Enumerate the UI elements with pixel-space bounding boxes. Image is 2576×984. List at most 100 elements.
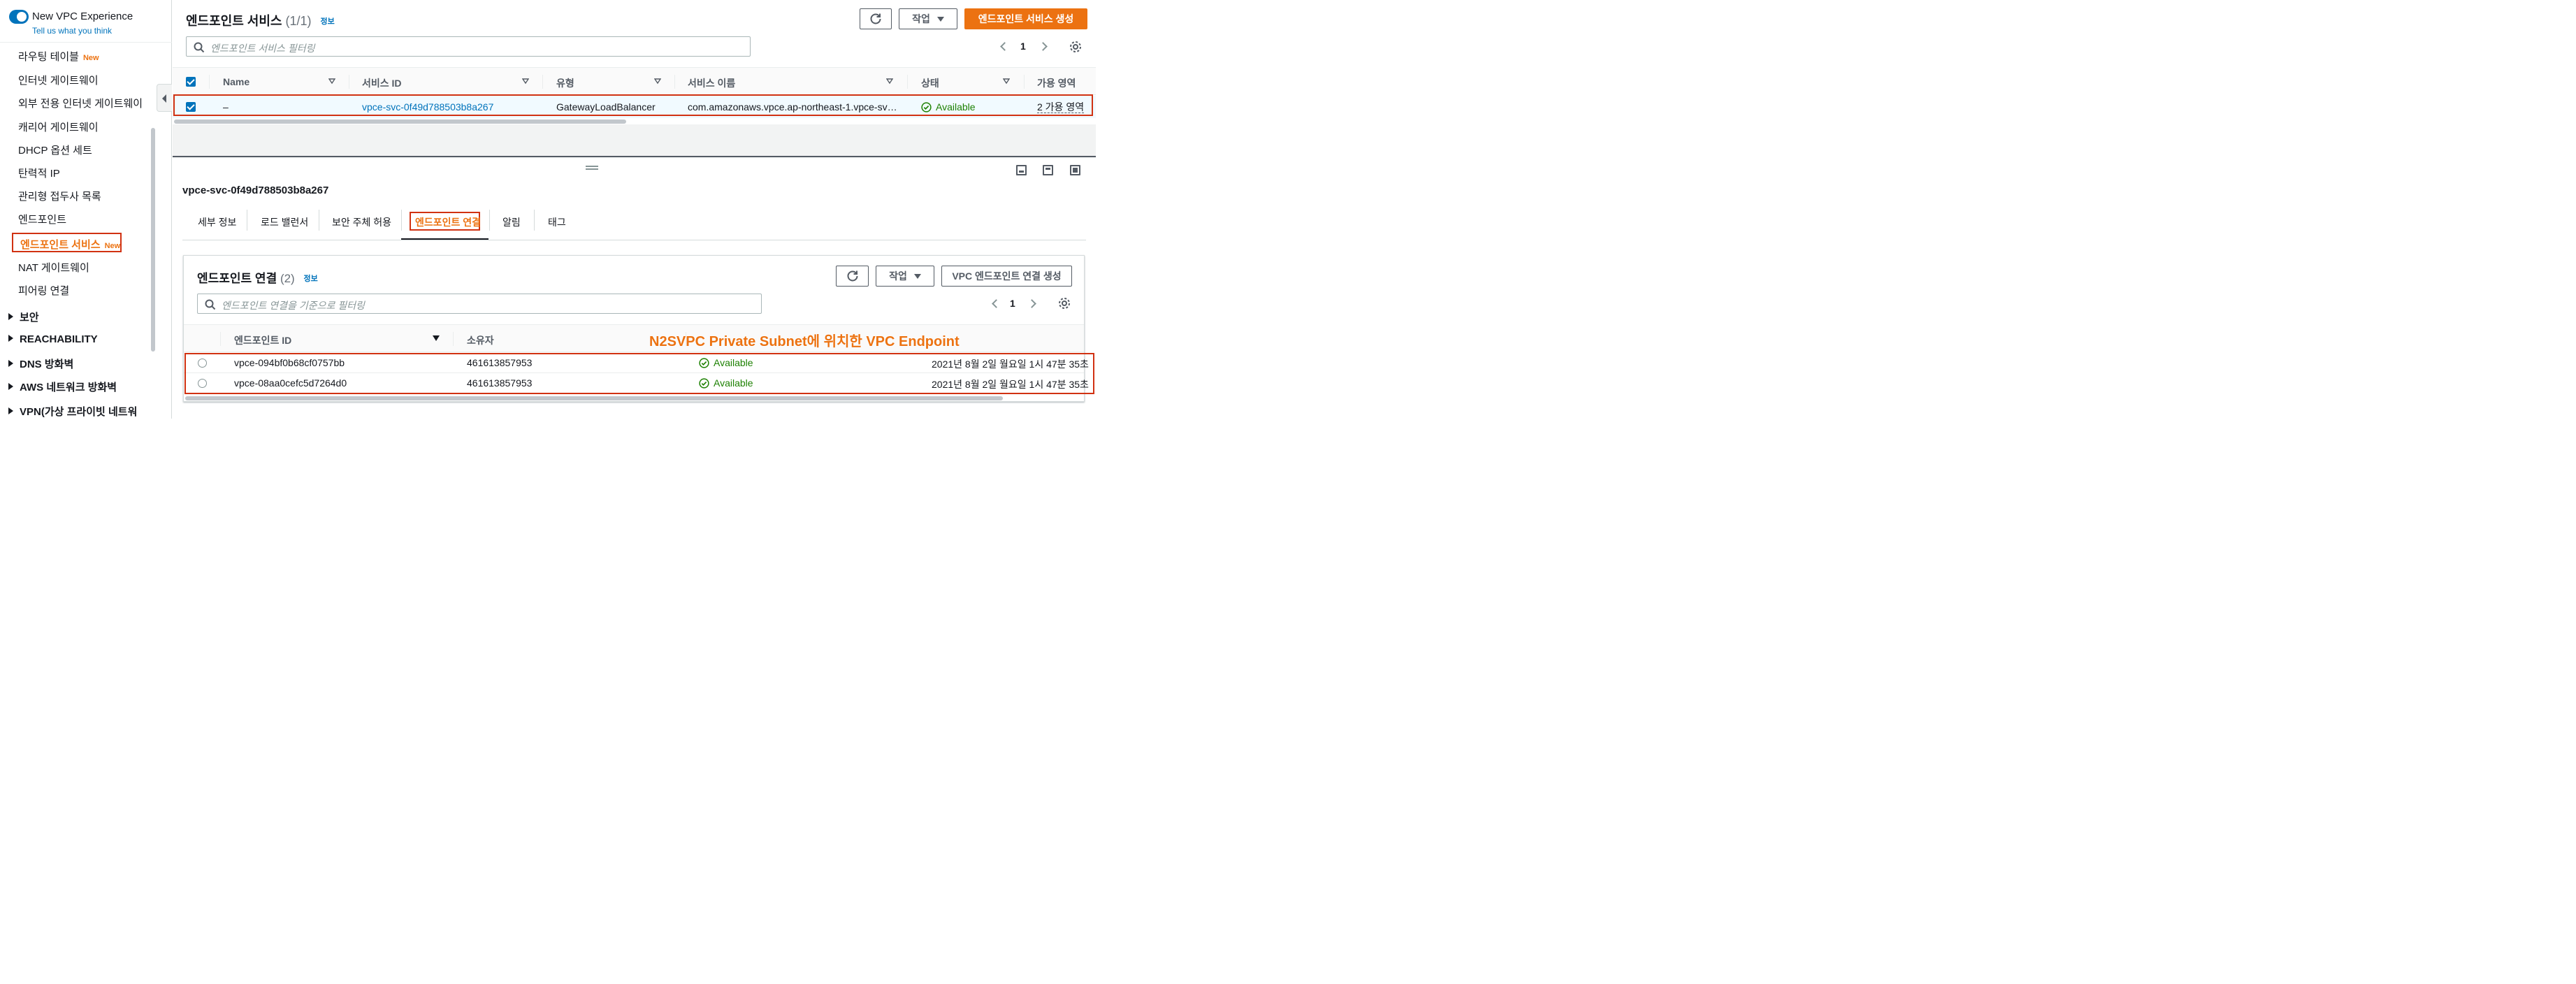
page-number[interactable]: 1 [1010, 298, 1015, 309]
sort-descending-icon[interactable] [432, 335, 440, 342]
refresh-connections-button[interactable] [836, 266, 869, 287]
service-id-link[interactable]: vpce-svc-0f49d788503b8a267 [362, 101, 493, 113]
actions-button[interactable]: 작업 [899, 8, 957, 29]
tab-divider [401, 210, 402, 231]
collapse-sidebar-button[interactable] [157, 84, 172, 112]
sort-icon[interactable] [886, 78, 893, 85]
column-header-owner[interactable]: 소유자 [467, 333, 494, 347]
service-name-cell: – [223, 101, 229, 113]
select-all-checkbox[interactable] [186, 77, 196, 87]
column-header-endpoint-id[interactable]: 엔드포인트 ID [234, 333, 291, 347]
sidebar-item-dhcp-options[interactable]: DHCP 옵션 세트 [18, 143, 92, 157]
sidebar-item-endpoints[interactable]: 엔드포인트 [18, 212, 66, 226]
row-radio[interactable] [198, 379, 207, 388]
table-row[interactable]: vpce-08aa0cefc5d7264d0 461613857953 Avai… [184, 374, 1089, 394]
refresh-icon [870, 13, 881, 24]
sidebar-item-route-tables[interactable]: 라우팅 테이블 New [18, 49, 99, 64]
table-horizontal-scrollbar[interactable] [185, 396, 1003, 400]
column-divider [1024, 75, 1025, 89]
new-experience-toggle[interactable] [9, 10, 29, 24]
next-page-icon[interactable] [1039, 42, 1048, 51]
refresh-icon [847, 270, 858, 282]
search-placeholder: 엔드포인트 연결을 기준으로 필터링 [222, 300, 365, 311]
sidebar-group-label: VPN(가상 프라이빗 네트워 [20, 406, 138, 418]
settings-icon[interactable] [1057, 296, 1071, 310]
layout-bottom-icon[interactable] [1016, 165, 1027, 175]
tab-endpoint-connections[interactable]: 엔드포인트 연결 [415, 215, 481, 229]
sidebar-item-endpoint-services[interactable]: 엔드포인트 서비스 New [12, 233, 122, 252]
tab-notifications[interactable]: 알림 [502, 215, 521, 229]
connection-actions-button[interactable]: 작업 [876, 266, 934, 287]
endpoint-services-search[interactable]: 엔드포인트 서비스 필터링 [186, 36, 751, 57]
sidebar-group-security[interactable]: 보안 [8, 310, 39, 324]
layout-full-icon[interactable] [1070, 165, 1080, 175]
page-title: 엔드포인트 서비스 (1/1) 정보 [186, 11, 335, 29]
tab-load-balancers[interactable]: 로드 밸런서 [261, 215, 308, 229]
sidebar-scrollbar[interactable] [151, 128, 155, 352]
search-icon [194, 42, 205, 53]
search-placeholder: 엔드포인트 서비스 필터링 [210, 43, 315, 54]
az-link[interactable]: 2 가용 영역 [1037, 101, 1085, 113]
tab-allow-principals[interactable]: 보안 주체 허용 [332, 215, 391, 229]
sidebar-item-managed-prefix-lists[interactable]: 관리형 접두사 목록 [18, 189, 101, 203]
create-endpoint-service-button[interactable]: 엔드포인트 서비스 생성 [964, 8, 1087, 29]
sidebar-item-internet-gateways[interactable]: 인터넷 게이트웨이 [18, 73, 99, 87]
next-page-icon[interactable] [1027, 299, 1036, 308]
created-cell: 2021년 8월 2일 월요일 1시 47분 35초 [932, 379, 1089, 390]
column-header-service-name[interactable]: 서비스 이름 [688, 76, 735, 90]
sort-icon[interactable] [522, 78, 529, 85]
search-icon [205, 299, 216, 310]
refresh-button[interactable] [860, 8, 892, 29]
tab-details[interactable]: 세부 정보 [198, 215, 236, 229]
sidebar-item-nat-gateways[interactable]: NAT 게이트웨이 [18, 260, 89, 275]
card-title: 엔드포인트 연결 (2) 정보 [197, 268, 318, 286]
sidebar-group-label: AWS 네트워크 방화벽 [20, 382, 117, 393]
table-header: Name 서비스 ID 유형 서비스 이름 상태 가용 영역 [173, 67, 1096, 95]
info-link[interactable]: 정보 [303, 275, 317, 283]
info-link[interactable]: 정보 [321, 17, 335, 26]
endpoint-connections-search[interactable]: 엔드포인트 연결을 기준으로 필터링 [197, 294, 762, 314]
sidebar-item-peering-connections[interactable]: 피어링 연결 [18, 283, 69, 298]
sidebar-group-reachability[interactable]: REACHABILITY [8, 333, 98, 345]
sidebar-item-elastic-ips[interactable]: 탄력적 IP [18, 166, 60, 180]
service-full-name-cell: com.amazonaws.vpce.ap-northeast-1.vpce-s… [688, 101, 897, 113]
endpoint-id-cell: vpce-08aa0cefc5d7264d0 [234, 377, 347, 389]
endpoint-connections-card: 엔드포인트 연결 (2) 정보 작업 VPC 엔드포인트 연결 생성 엔드포인트… [183, 255, 1089, 402]
detail-title: vpce-svc-0f49d788503b8a267 [182, 184, 329, 196]
column-header-az[interactable]: 가용 영역 [1037, 76, 1076, 90]
check-circle-icon [699, 357, 709, 368]
tab-divider [534, 210, 535, 231]
previous-page-icon[interactable] [1000, 42, 1009, 51]
column-divider [220, 332, 221, 346]
page-number[interactable]: 1 [1020, 41, 1026, 52]
owner-cell: 461613857953 [467, 357, 533, 368]
column-header-name[interactable]: Name [223, 76, 249, 87]
sort-icon[interactable] [1003, 78, 1010, 85]
table-horizontal-scrollbar[interactable] [174, 120, 626, 124]
layout-side-icon[interactable] [1043, 165, 1053, 175]
resize-handle[interactable] [586, 166, 598, 170]
sidebar-group-network-firewall[interactable]: AWS 네트워크 방화벽 [8, 379, 117, 394]
sidebar-group-dns-firewall[interactable]: DNS 방화벽 [8, 356, 73, 371]
table-row[interactable]: – vpce-svc-0f49d788503b8a267 GatewayLoad… [173, 96, 1096, 118]
selection-count: (1/1) [285, 14, 312, 28]
split-panel-divider [173, 156, 1096, 157]
column-header-service-id[interactable]: 서비스 ID [362, 76, 402, 90]
create-endpoint-connection-button[interactable]: VPC 엔드포인트 연결 생성 [941, 266, 1072, 287]
table-row[interactable]: vpce-094bf0b68cf0757bb 461613857953 Avai… [184, 353, 1089, 373]
tab-tags[interactable]: 태그 [548, 215, 566, 229]
column-header-status[interactable]: 상태 [921, 76, 939, 90]
sort-icon[interactable] [654, 78, 661, 85]
sort-icon[interactable] [328, 78, 335, 85]
column-divider [453, 332, 454, 346]
sidebar-group-vpn[interactable]: VPN(가상 프라이빗 네트워 [8, 404, 137, 419]
column-header-type[interactable]: 유형 [556, 76, 574, 90]
previous-page-icon[interactable] [992, 299, 1001, 308]
settings-icon[interactable] [1069, 40, 1083, 54]
sidebar-item-egress-only-gateways[interactable]: 외부 전용 인터넷 게이트웨이 [18, 96, 143, 110]
sidebar-item-carrier-gateways[interactable]: 캐리어 게이트웨이 [18, 120, 99, 134]
row-checkbox[interactable] [186, 102, 196, 112]
row-radio[interactable] [198, 359, 207, 368]
feedback-link[interactable]: Tell us what you think [32, 26, 112, 36]
expand-icon [8, 313, 13, 320]
